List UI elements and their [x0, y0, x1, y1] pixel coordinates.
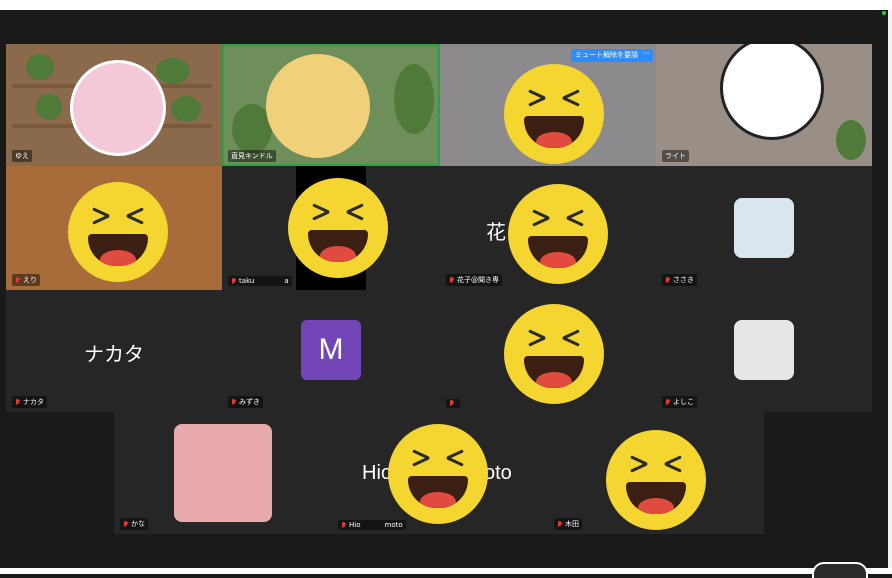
more-icon[interactable]: ··· [640, 49, 653, 62]
muted-mic-icon [15, 398, 21, 406]
laughing-emoji-icon [606, 430, 706, 530]
muted-mic-icon [665, 276, 671, 284]
participant-name: えり [23, 276, 37, 284]
muted-mic-icon [231, 277, 237, 285]
avatar [734, 320, 794, 380]
avatar [266, 54, 370, 158]
window-edge [888, 10, 892, 570]
participant-name: 花子@聞き専 [457, 276, 499, 284]
participant-name: ナカタ [23, 398, 44, 406]
avatar [720, 44, 824, 140]
video-tile-eri[interactable]: えり [6, 166, 222, 290]
participant-name: 直見キンドル [231, 152, 273, 160]
video-tile-taku[interactable]: taku a [222, 166, 440, 290]
video-tile-row3-col3[interactable] [440, 290, 656, 412]
recording-indicator [882, 11, 886, 15]
participant-name: よしこ [673, 398, 694, 406]
video-tile-yue[interactable]: ゆえ [6, 44, 222, 166]
video-tile-sasaki[interactable]: ささき [656, 166, 872, 290]
muted-mic-icon [231, 398, 237, 406]
avatar [70, 60, 166, 156]
participant-name-suffix: moto [384, 521, 403, 529]
muted-mic-icon [341, 521, 347, 529]
participant-name: みずき [239, 398, 260, 406]
muted-mic-icon [557, 520, 563, 528]
muted-mic-icon [15, 276, 21, 284]
top-bar [0, 0, 892, 10]
video-tile-naomi[interactable]: 直見キンドル [222, 44, 440, 166]
participant-display-name: ナカタ [84, 344, 144, 366]
laughing-emoji-icon [508, 184, 608, 284]
laughing-emoji-icon [388, 424, 488, 524]
participant-name: かな [131, 520, 145, 528]
video-tile-nakata[interactable]: ナカタ ナカタ [6, 290, 222, 412]
avatar [174, 424, 272, 522]
laughing-emoji-icon [504, 64, 604, 164]
ask-to-unmute-button[interactable]: ミュート解除を要請 [571, 49, 642, 62]
video-tile-hio[interactable]: Hio oto Hio moto [332, 412, 548, 534]
avatar-initial: M [301, 320, 361, 380]
video-tile-mizuki[interactable]: M みずき [222, 290, 440, 412]
participant-name: ライト [665, 152, 686, 160]
participant-name: 木田 [565, 520, 579, 528]
avatar [734, 198, 794, 258]
video-tile-light[interactable]: ライト [656, 44, 872, 166]
laughing-emoji-icon [288, 178, 388, 278]
participant-name: taku [239, 277, 255, 285]
video-tile-row1-col3[interactable]: ミュート解除を要請 ··· [440, 44, 656, 166]
muted-mic-icon [449, 400, 455, 407]
participant-display-name: 花 [486, 222, 506, 244]
participant-name: ささき [673, 276, 694, 284]
laughing-emoji-icon [504, 304, 604, 404]
share-icon[interactable] [812, 562, 868, 578]
video-tile-hanako[interactable]: 花 花子@聞き専 [440, 166, 656, 290]
participant-name: ゆえ [15, 152, 29, 160]
video-tile-yoshiko[interactable]: よしこ [656, 290, 872, 412]
muted-mic-icon [123, 520, 129, 528]
participant-name: Hio [349, 521, 361, 529]
video-tile-kida[interactable]: 木田 [548, 412, 764, 534]
laughing-emoji-icon [68, 182, 168, 282]
participant-name-suffix: a [284, 277, 289, 285]
muted-mic-icon [665, 398, 671, 406]
bottom-bar [0, 568, 892, 574]
participant-display-name-right: oto [484, 462, 512, 484]
muted-mic-icon [449, 276, 455, 284]
video-tile-kana[interactable]: かな [114, 412, 332, 534]
